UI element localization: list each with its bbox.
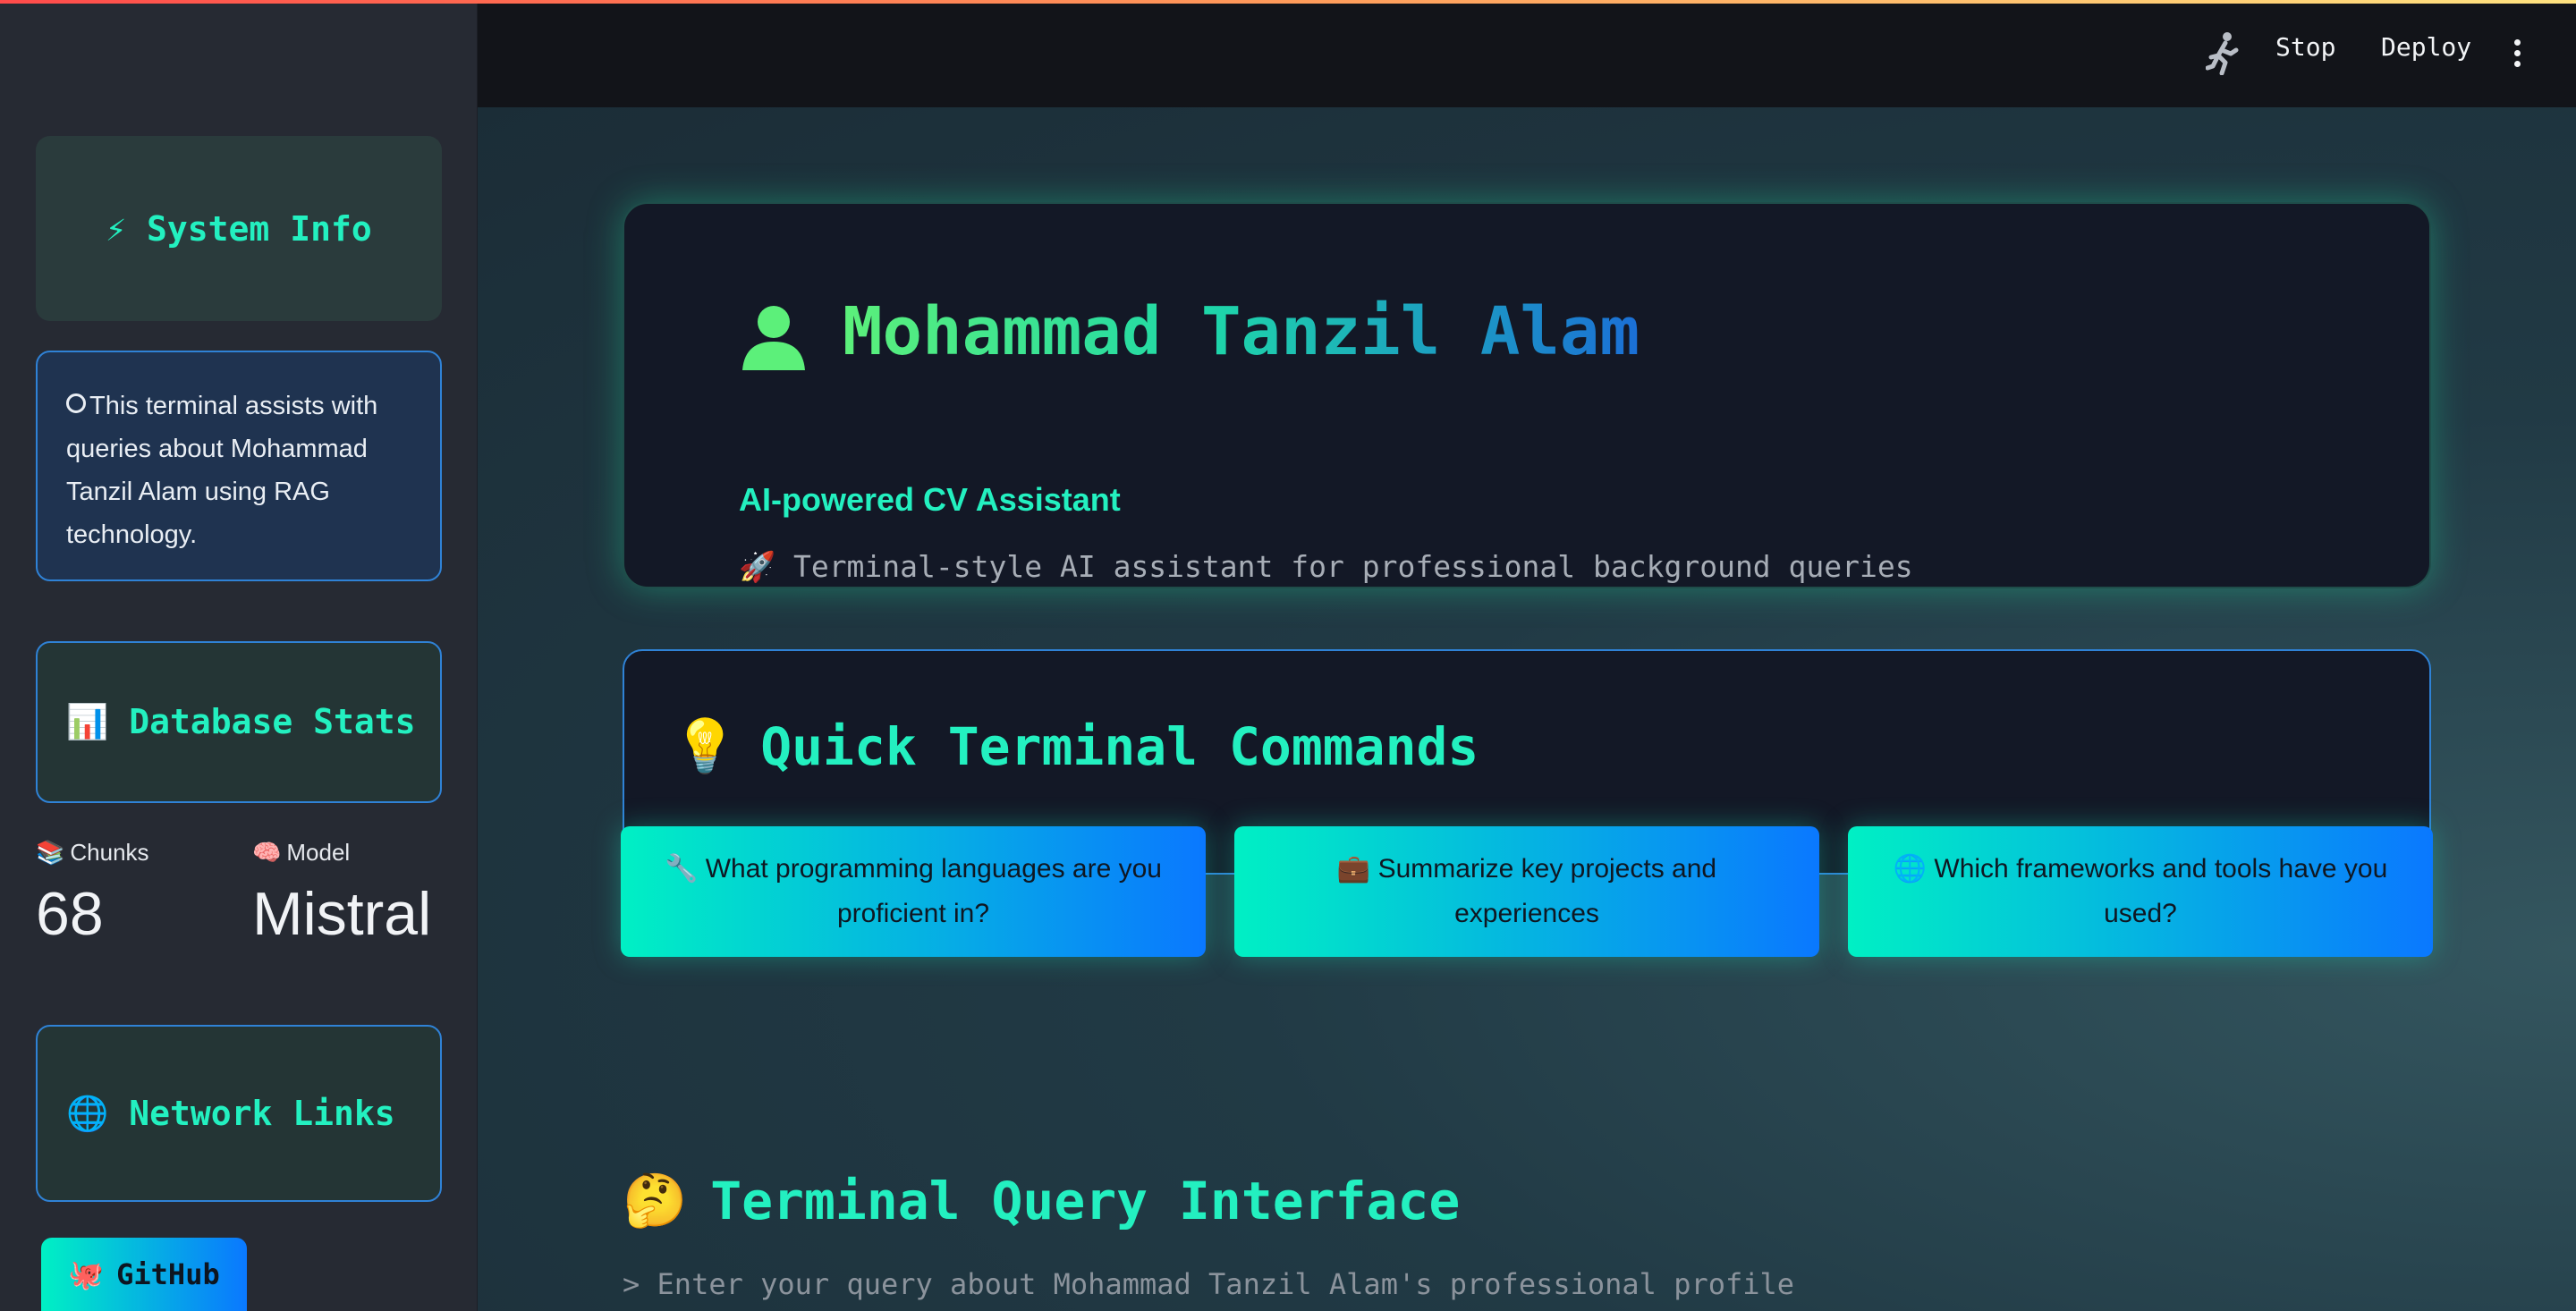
octopus-icon: 🐙 <box>68 1257 105 1291</box>
database-stats-title: Database Stats <box>129 702 416 741</box>
wrench-icon: 🔧 <box>665 853 699 884</box>
button-label: Summarize key projects and experiences <box>1377 854 1717 928</box>
globe-icon: 🌐 <box>1893 853 1928 884</box>
github-label: GitHub <box>116 1257 220 1291</box>
briefcase-icon: 💼 <box>1336 853 1371 884</box>
robot-icon <box>66 393 86 414</box>
metric-model: 🧠 Model Mistral <box>252 839 431 949</box>
main-content: Mohammad Tanzil Alam AI-powered CV Assis… <box>478 107 2576 1311</box>
kebab-menu-icon[interactable] <box>2512 39 2522 70</box>
top-progress-line <box>0 0 2576 4</box>
running-man-icon <box>2206 32 2239 75</box>
deploy-button[interactable]: Deploy <box>2381 32 2471 62</box>
system-info-card: ⚡ System Info <box>36 136 442 321</box>
thinking-face-icon: 🤔 <box>623 1170 688 1231</box>
info-box: This terminal assists with queries about… <box>36 351 442 581</box>
metric-value: 68 <box>36 880 104 948</box>
books-icon: 📚 <box>36 839 65 867</box>
network-links-card: 🌐 Network Links <box>36 1025 442 1202</box>
metric-label: Chunks <box>70 839 149 866</box>
network-links-title: Network Links <box>129 1093 395 1133</box>
hero-title: Mohammad Tanzil Alam <box>843 293 1640 370</box>
stop-button[interactable]: Stop <box>2275 32 2335 62</box>
quick-command-projects-button[interactable]: 💼 Summarize key projects and experiences <box>1234 826 1819 957</box>
lightbulb-icon: 💡 <box>673 715 738 776</box>
bar-chart-icon: 📊 <box>66 702 109 741</box>
lightning-icon: ⚡ <box>106 208 127 249</box>
sidebar: ⚡ System Info This terminal assists with… <box>0 0 478 1311</box>
github-button[interactable]: 🐙 GitHub <box>41 1238 247 1311</box>
system-info-title: System Info <box>147 208 372 249</box>
button-label: What programming languages are you profi… <box>705 854 1162 928</box>
user-silhouette-icon <box>742 306 805 370</box>
quick-command-languages-button[interactable]: 🔧 What programming languages are you pro… <box>621 826 1206 957</box>
hero-subtitle: AI-powered CV Assistant <box>739 481 1121 518</box>
query-input[interactable] <box>623 1259 2411 1309</box>
globe-icon: 🌐 <box>66 1093 109 1133</box>
info-text: This terminal assists with queries about… <box>66 392 378 549</box>
query-title: Terminal Query Interface <box>710 1170 1461 1231</box>
hero-description: 🚀 Terminal-style AI assistant for profes… <box>739 549 1913 584</box>
brain-icon: 🧠 <box>252 839 282 867</box>
quick-command-frameworks-button[interactable]: 🌐 Which frameworks and tools have you us… <box>1848 826 2433 957</box>
hero-card: Mohammad Tanzil Alam AI-powered CV Assis… <box>623 202 2431 588</box>
metric-chunks: 📚 Chunks 68 <box>36 839 149 949</box>
quick-commands-title: Quick Terminal Commands <box>760 715 1479 777</box>
button-label: Which frameworks and tools have you used… <box>1934 854 2388 928</box>
query-section-title: 🤔 Terminal Query Interface <box>623 1170 1460 1231</box>
metric-label: Model <box>286 839 351 866</box>
metric-value: Mistral <box>252 880 432 948</box>
database-stats-card: 📊 Database Stats <box>36 641 442 803</box>
app-header <box>478 4 2576 107</box>
